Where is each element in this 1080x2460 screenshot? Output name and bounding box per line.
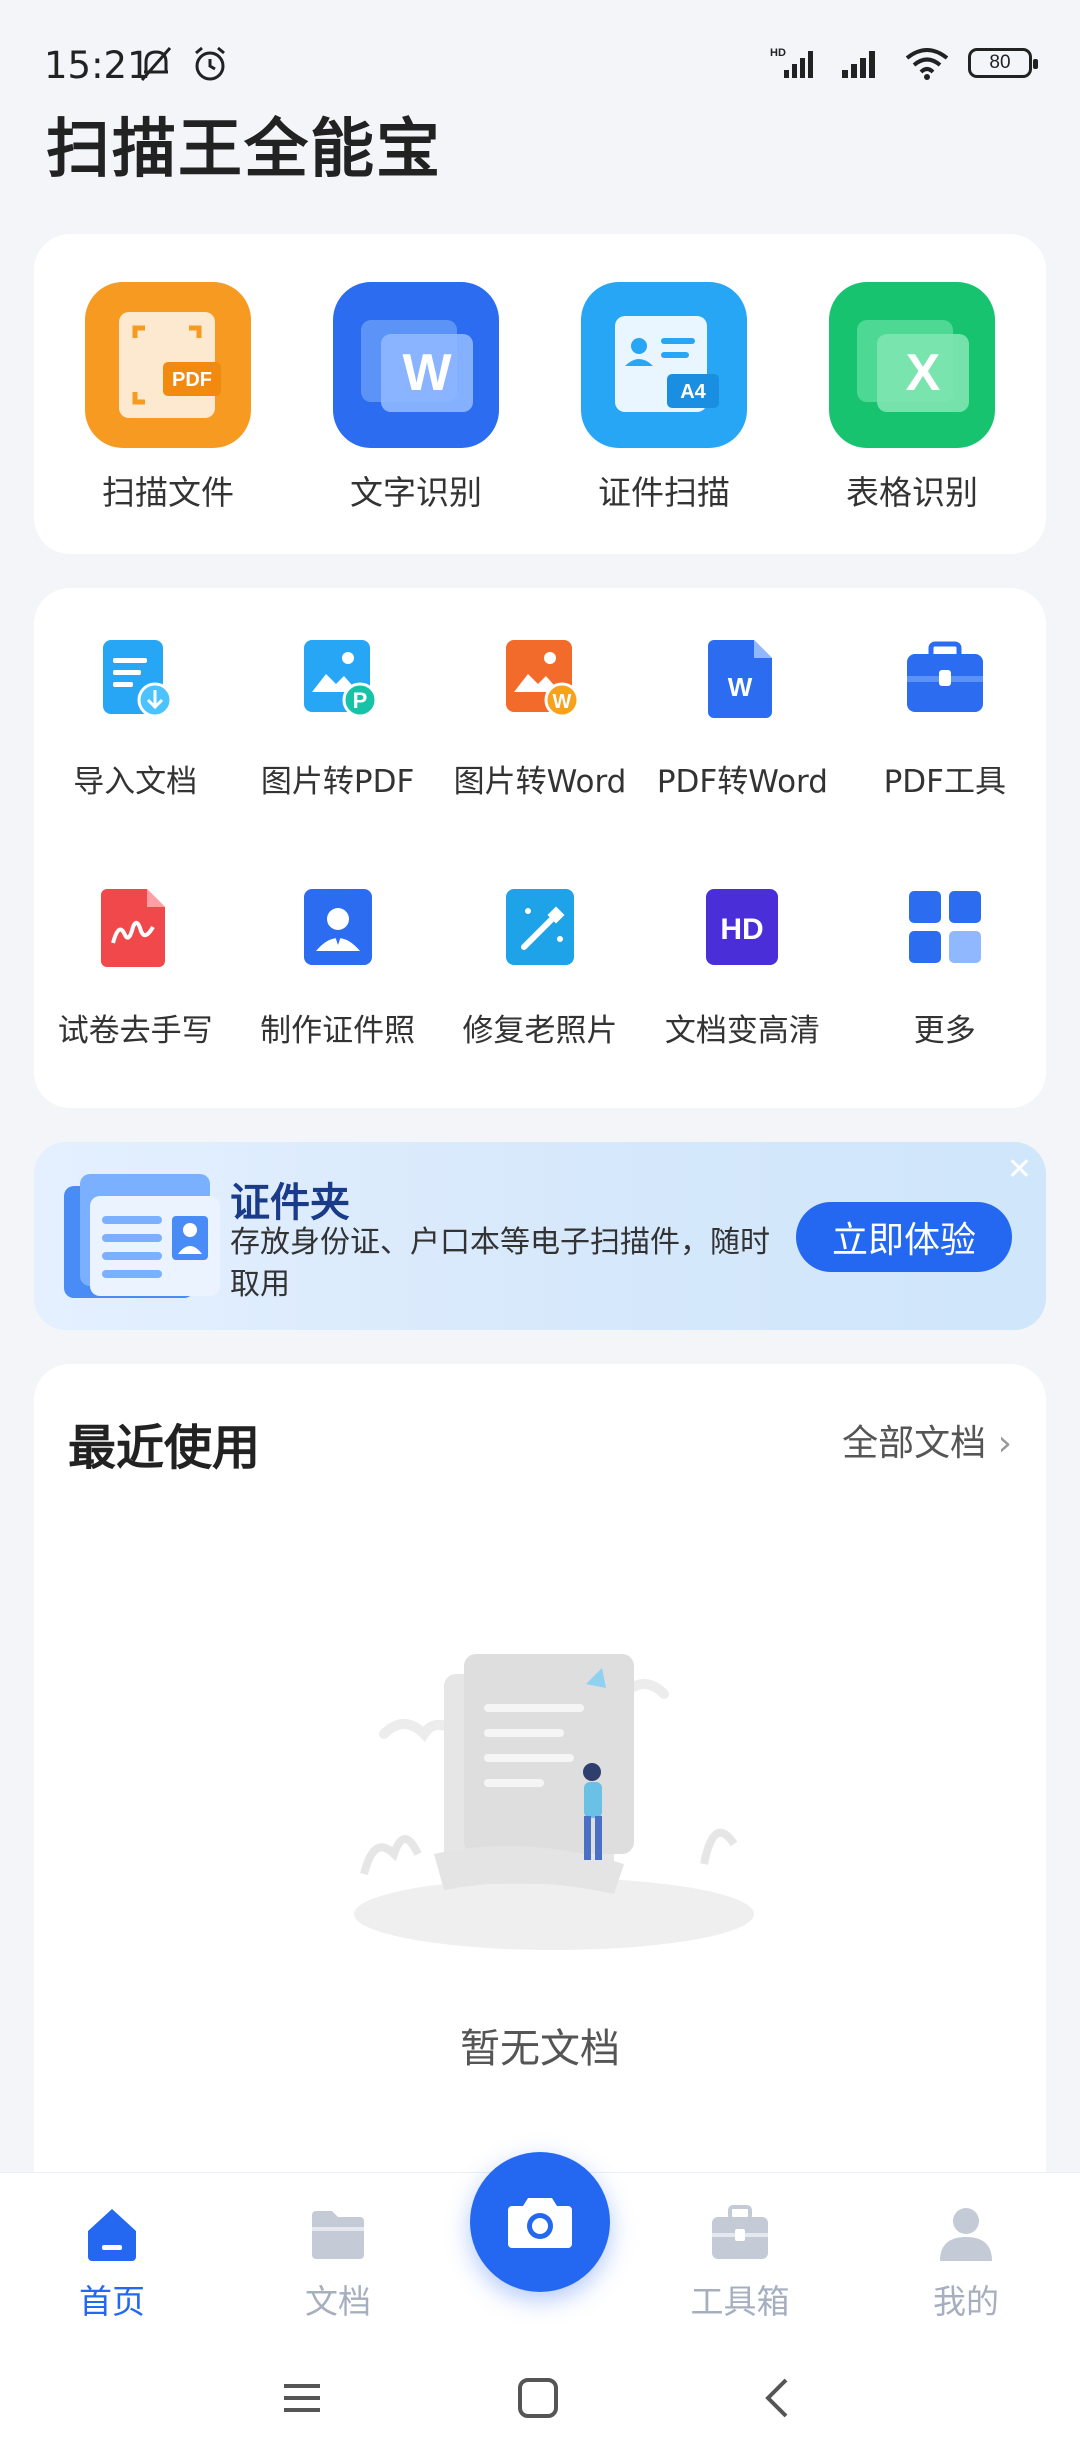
id-scan-button[interactable]: A4 证件扫描 xyxy=(554,282,774,514)
nav-documents-label: 文档 xyxy=(305,2282,371,2321)
id-card-scan-icon: A4 xyxy=(581,282,747,448)
svg-text:PDF: PDF xyxy=(172,369,212,391)
close-icon[interactable]: ✕ xyxy=(1007,1152,1032,1187)
camera-scan-button[interactable] xyxy=(470,2152,610,2292)
photo-restore-button[interactable]: 修复老照片 xyxy=(439,885,641,1050)
banner-title: 证件夹 xyxy=(230,1180,350,1226)
mute-bell-icon xyxy=(140,47,172,81)
all-documents-link[interactable]: 全部文档 › xyxy=(842,1414,1012,1466)
id-folder-banner[interactable]: 证件夹 存放身份证、户口本等电子扫描件，随时取用 立即体验 ✕ xyxy=(34,1142,1046,1330)
hd-document-button[interactable]: HD 文档变高清 xyxy=(641,885,843,1050)
id-photo-button[interactable]: 制作证件照 xyxy=(236,885,438,1050)
hd-signal-icon: HD xyxy=(770,47,813,78)
wifi-icon xyxy=(905,48,949,80)
table-ocr-label: 表格识别 xyxy=(846,473,978,512)
scan-file-label: 扫描文件 xyxy=(102,473,234,512)
image-to-pdf-icon: P xyxy=(303,640,378,718)
import-doc-icon xyxy=(103,640,173,718)
svg-text:A4: A4 xyxy=(680,381,706,403)
recent-card: 最近使用 全部文档 › 暂无文档 xyxy=(34,1364,1046,2184)
svg-text:HD: HD xyxy=(770,47,786,59)
text-ocr-label: 文字识别 xyxy=(350,473,482,512)
hd-document-label: 文档变高清 xyxy=(664,1013,820,1049)
image-to-pdf-button[interactable]: P 图片转PDF xyxy=(236,636,438,801)
home-icon xyxy=(88,2209,136,2261)
try-now-button[interactable]: 立即体验 xyxy=(796,1202,1012,1272)
remove-handwriting-button[interactable]: 试卷去手写 xyxy=(34,885,236,1050)
image-to-pdf-label: 图片转PDF xyxy=(260,764,415,800)
import-doc-button[interactable]: 导入文档 xyxy=(34,636,236,801)
all-documents-label: 全部文档 xyxy=(842,1423,987,1464)
banner-description: 存放身份证、户口本等电子扫描件，随时取用 xyxy=(230,1225,770,1302)
id-card-folder-icon xyxy=(64,1174,220,1298)
empty-state-text: 暂无文档 xyxy=(460,2026,620,2072)
empty-documents-illustration xyxy=(354,1654,754,1950)
tools-card: 导入文档 P 图片转PDF W 图片转Word W PDF转Word PDF工具… xyxy=(34,588,1046,1108)
remove-handwriting-label: 试卷去手写 xyxy=(57,1013,213,1049)
nav-toolbox-label: 工具箱 xyxy=(690,2282,790,2321)
profile-icon xyxy=(940,2208,992,2261)
folder-icon xyxy=(312,2211,364,2259)
more-tools-button[interactable]: 更多 xyxy=(844,885,1046,1050)
signal-icon xyxy=(842,51,875,78)
more-grid-icon xyxy=(908,891,981,963)
svg-text:W: W xyxy=(553,691,572,713)
image-to-word-label: 图片转Word xyxy=(453,764,627,800)
status-bar: 15:21 HD 80 xyxy=(0,0,1080,100)
svg-text:HD: HD xyxy=(721,913,764,946)
excel-ocr-icon: X xyxy=(829,282,995,448)
remove-handwriting-icon xyxy=(101,889,166,967)
id-photo-icon xyxy=(303,889,372,965)
main-tools-card: PDF 扫描文件 W 文字识别 A4 证件扫描 X 表格识别 xyxy=(34,234,1046,554)
hd-document-icon: HD xyxy=(706,889,779,965)
image-to-word-icon: W xyxy=(505,640,580,718)
svg-text:P: P xyxy=(352,688,367,713)
nav-toolbox[interactable]: 工具箱 xyxy=(670,2201,810,2323)
import-doc-label: 导入文档 xyxy=(73,764,198,800)
more-tools-label: 更多 xyxy=(913,1013,976,1049)
nav-documents[interactable]: 文档 xyxy=(268,2201,408,2323)
pdf-to-word-label: PDF转Word xyxy=(656,764,828,800)
app-title: 扫描王全能宝 xyxy=(46,113,442,187)
battery-indicator: 80 xyxy=(968,48,1038,78)
text-ocr-button[interactable]: W 文字识别 xyxy=(306,282,526,514)
recent-title: 最近使用 xyxy=(68,1420,261,1476)
svg-text:X: X xyxy=(906,344,941,402)
nav-home-label: 首页 xyxy=(79,2282,145,2321)
recent-apps-icon[interactable] xyxy=(280,2376,324,2420)
svg-text:W: W xyxy=(728,672,753,702)
pdf-to-word-button[interactable]: W PDF转Word xyxy=(641,636,843,801)
pdf-to-word-icon: W xyxy=(708,640,773,718)
table-ocr-button[interactable]: X 表格识别 xyxy=(802,282,1022,514)
camera-icon xyxy=(508,2198,572,2248)
nav-profile[interactable]: 我的 xyxy=(896,2201,1036,2323)
id-photo-label: 制作证件照 xyxy=(260,1013,416,1049)
chevron-right-icon: › xyxy=(997,1423,1012,1464)
back-icon[interactable] xyxy=(756,2376,800,2420)
status-time: 15:21 xyxy=(44,44,151,87)
alarm-icon xyxy=(195,46,225,81)
scan-file-button[interactable]: PDF 扫描文件 xyxy=(58,282,278,514)
nav-profile-label: 我的 xyxy=(933,2282,999,2321)
battery-level: 80 xyxy=(989,52,1011,73)
word-ocr-icon: W xyxy=(333,282,499,448)
toolbox-icon xyxy=(712,2205,768,2259)
photo-restore-label: 修复老照片 xyxy=(462,1013,618,1049)
photo-restore-icon xyxy=(505,889,574,965)
id-scan-label: 证件扫描 xyxy=(598,473,730,512)
svg-text:W: W xyxy=(402,344,452,402)
home-button-icon[interactable] xyxy=(516,2376,560,2420)
toolbox-icon xyxy=(906,641,983,712)
nav-home[interactable]: 首页 xyxy=(42,2201,182,2323)
pdf-tools-label: PDF工具 xyxy=(883,764,1006,800)
image-to-word-button[interactable]: W 图片转Word xyxy=(439,636,641,801)
scan-pdf-icon: PDF xyxy=(85,282,251,448)
pdf-tools-button[interactable]: PDF工具 xyxy=(844,636,1046,801)
system-navigation-bar xyxy=(0,2340,1080,2460)
